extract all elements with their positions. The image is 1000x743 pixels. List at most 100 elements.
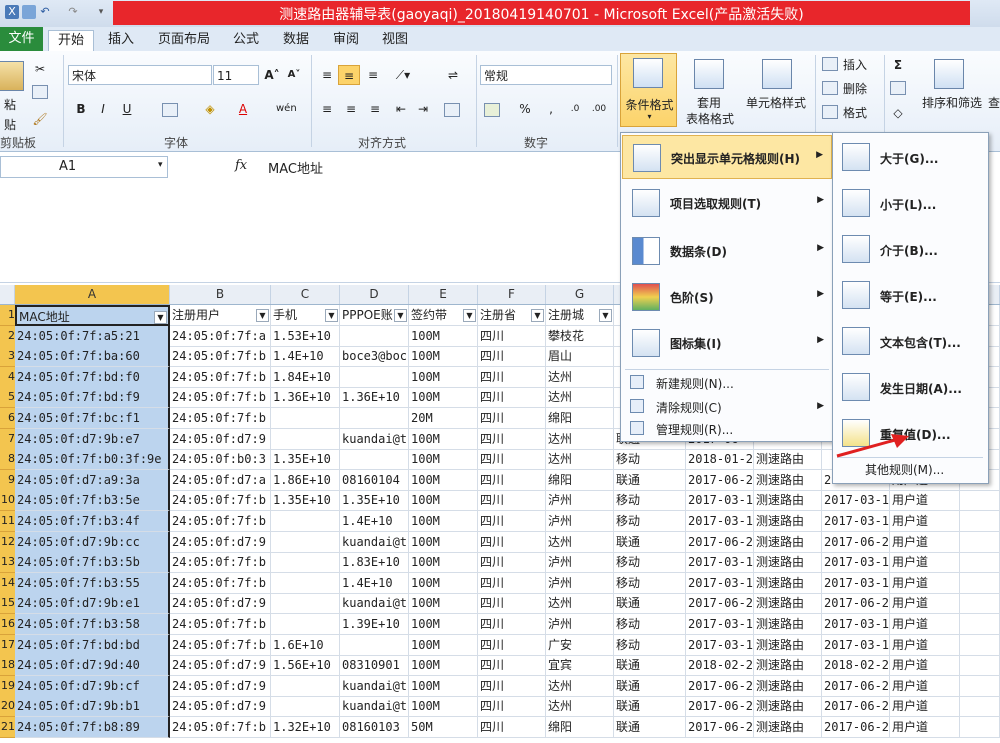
table-cell[interactable]: 24:05:0f:7f:b3:4f [15,511,170,532]
filter-dropdown-icon[interactable]: ▼ [256,309,269,322]
menu-top-bottom-rules[interactable]: 项目选取规则(T) ▶ [622,181,832,225]
copy-icon[interactable] [32,85,48,99]
table-cell[interactable]: 1.84E+10 [271,367,340,388]
table-cell[interactable]: 用户道 [890,573,960,594]
table-cell[interactable]: 24:05:0f:7f:b8:89 [15,717,170,738]
table-cell[interactable]: 100M [409,387,478,408]
row-header[interactable]: 10 [0,490,15,511]
table-cell[interactable]: 用户道 [890,614,960,635]
table-cell[interactable] [960,573,1000,594]
table-cell[interactable]: 联通 [614,532,686,553]
row-header[interactable]: 12 [0,532,15,553]
table-cell[interactable]: 2017-03-1 [822,573,890,594]
menu-color-scales[interactable]: 色阶(S) ▶ [622,275,832,319]
table-cell[interactable]: 用户道 [890,511,960,532]
table-cell[interactable]: 1.35E+10 [271,490,340,511]
table-cell[interactable]: 24:05:0f:d7:9 [170,676,271,697]
table-cell[interactable]: 移动 [614,635,686,656]
table-cell[interactable]: 泸州 [546,614,614,635]
select-all-corner[interactable] [0,285,15,304]
table-cell[interactable]: 100M [409,449,478,470]
insert-function-icon[interactable]: fx [235,158,247,173]
col-header-f[interactable]: F [478,285,546,304]
table-cell[interactable] [960,490,1000,511]
col-header-e[interactable]: E [409,285,478,304]
table-cell[interactable]: 24:05:0f:7f:b [170,717,271,738]
table-cell[interactable]: 用户道 [890,490,960,511]
table-cell[interactable]: 用户道 [890,696,960,717]
table-cell[interactable]: 24:05:0f:7f:b [170,387,271,408]
filter-dropdown-icon[interactable]: ▼ [394,309,407,322]
row-header[interactable]: 9 [0,470,15,491]
delete-cells-icon[interactable] [822,81,838,95]
tab-formulas[interactable]: 公式 [228,30,264,51]
align-bottom-icon[interactable]: ≡ [364,65,382,85]
table-cell[interactable]: 泸州 [546,573,614,594]
format-painter-icon[interactable]: 🖌 [32,109,48,129]
row-header[interactable]: 8 [0,449,15,470]
insert-button[interactable]: 插入 [840,55,870,75]
header-cell[interactable]: 注册省 ▼ [478,305,546,326]
submenu-greater-than[interactable]: 大于(G)... [834,135,987,181]
table-cell[interactable]: 测速路由 [754,717,822,738]
table-cell[interactable]: 测速路由 [754,532,822,553]
table-cell[interactable]: 24:05:0f:7f:b3:55 [15,573,170,594]
table-cell[interactable] [960,552,1000,573]
comma-button[interactable]: , [546,99,556,119]
filter-dropdown-icon[interactable]: ▼ [531,309,544,322]
table-cell[interactable]: 四川 [478,573,546,594]
table-cell[interactable]: 100M [409,470,478,491]
table-cell[interactable]: 2018-02-2 [686,655,754,676]
save-icon[interactable] [22,5,36,19]
table-cell[interactable] [271,408,340,429]
table-cell[interactable]: 24:05:0f:7f:a [170,326,271,347]
table-cell[interactable]: 四川 [478,614,546,635]
table-cell[interactable]: kuandai@t [340,696,409,717]
table-cell[interactable]: 2017-06-2 [822,676,890,697]
table-cell[interactable]: 24:05:0f:d7:9 [170,655,271,676]
table-cell[interactable]: 24:05:0f:d7:a [170,470,271,491]
table-cell[interactable]: 24:05:0f:7f:bd:bd [15,635,170,656]
table-format-icon[interactable] [694,59,724,89]
decrease-decimal-icon[interactable]: .00 [590,99,608,119]
table-cell[interactable]: 移动 [614,573,686,594]
submenu-less-than[interactable]: 小于(L)... [834,181,987,227]
format-cells-icon[interactable] [822,105,838,119]
table-cell[interactable]: 1.6E+10 [271,635,340,656]
table-cell[interactable]: 2017-06-2 [686,676,754,697]
table-cell[interactable]: 24:05:0f:7f:b [170,490,271,511]
table-cell[interactable]: 四川 [478,696,546,717]
autosum-button[interactable]: Σ [890,55,906,75]
table-cell[interactable]: 1.4E+10 [340,573,409,594]
table-cell[interactable]: 测速路由 [754,552,822,573]
table-cell[interactable]: 1.56E+10 [271,655,340,676]
chevron-down-icon[interactable]: ▾ [158,160,163,170]
table-cell[interactable] [271,511,340,532]
row-header[interactable]: 15 [0,593,15,614]
table-cell[interactable]: 广安 [546,635,614,656]
row-header[interactable]: 11 [0,511,15,532]
table-cell[interactable]: 24:05:0f:7f:b [170,408,271,429]
table-cell[interactable]: 用户道 [890,593,960,614]
table-cell[interactable]: 24:05:0f:d7:9b:cf [15,676,170,697]
table-cell[interactable]: 联通 [614,696,686,717]
table-cell[interactable]: 08160104 [340,470,409,491]
table-cell[interactable]: 100M [409,614,478,635]
table-cell[interactable]: 2017-03-1 [822,490,890,511]
table-cell[interactable]: 1.86E+10 [271,470,340,491]
table-cell[interactable]: 2017-06-2 [686,717,754,738]
table-cell[interactable]: 测速路由 [754,490,822,511]
submenu-more-rules[interactable]: 其他规则(M)... [865,461,944,478]
align-center-icon[interactable]: ≡ [342,99,360,119]
table-cell[interactable] [960,676,1000,697]
table-cell[interactable]: 24:05:0f:d7:9b:e7 [15,429,170,450]
table-cell[interactable]: 24:05:0f:d7:9b:e1 [15,593,170,614]
align-top-icon[interactable]: ≡ [318,65,336,85]
table-cell[interactable]: 联通 [614,655,686,676]
table-cell[interactable]: 2017-03-1 [822,614,890,635]
decrease-indent-icon[interactable]: ⇤ [392,99,410,119]
table-cell[interactable]: 2017-06-2 [686,470,754,491]
table-cell[interactable]: kuandai@t [340,593,409,614]
formula-input[interactable]: MAC地址 [268,158,323,177]
shrink-font-icon[interactable]: A˅ [286,65,302,85]
